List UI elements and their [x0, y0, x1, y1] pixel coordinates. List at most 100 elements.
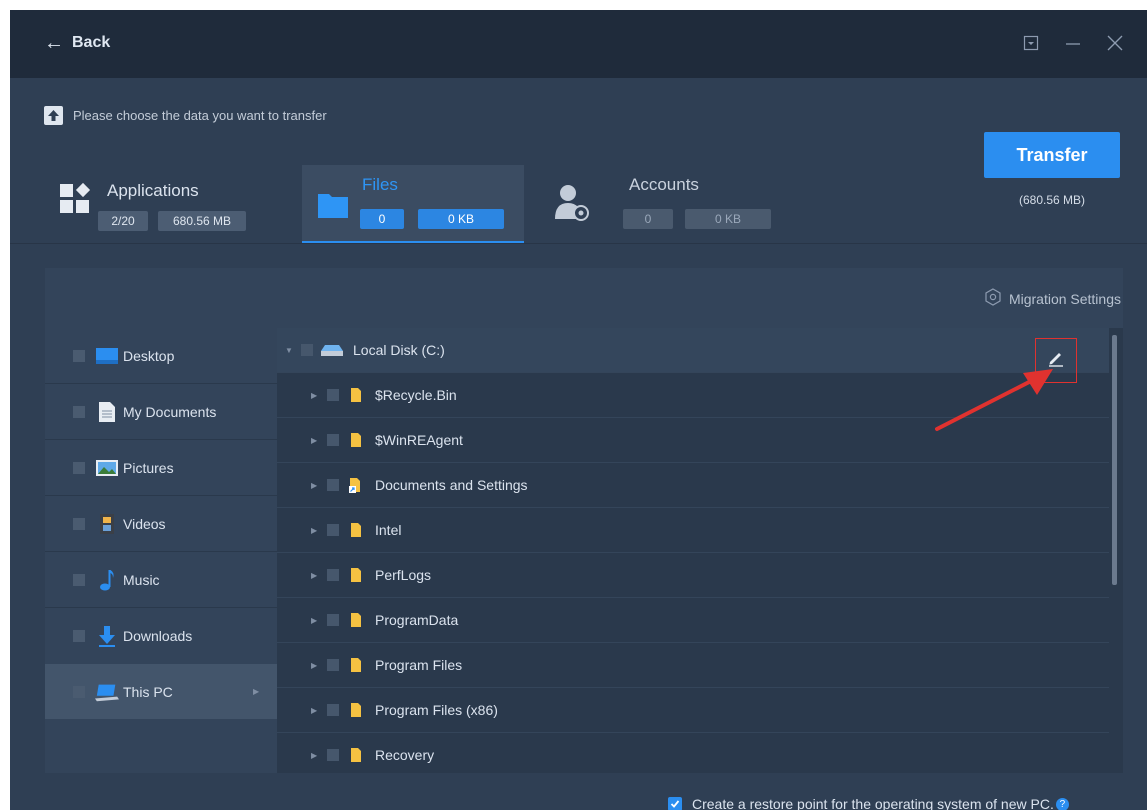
sidebar-item-label: My Documents	[123, 403, 217, 420]
checkbox[interactable]	[73, 685, 85, 698]
caret-right-icon[interactable]: ▶	[311, 661, 317, 670]
transfer-hint: Please choose the data you want to trans…	[44, 106, 327, 125]
caret-right-icon[interactable]: ▶	[311, 706, 317, 715]
folder-icon	[349, 657, 363, 673]
applications-count: 2/20	[98, 211, 148, 231]
data-panel: Migration Settings Desktop My Documents	[45, 268, 1123, 773]
tree-row[interactable]: ▶ Program Files (x86)	[277, 688, 1109, 732]
tab-files[interactable]: Files 0 0 KB	[302, 165, 524, 243]
tree-row[interactable]: ▶ Documents and Settings	[277, 463, 1109, 507]
folder-icon	[349, 612, 363, 628]
caret-down-icon[interactable]: ▼	[285, 346, 293, 355]
sidebar-item-desktop[interactable]: Desktop	[45, 328, 277, 383]
panel-toolbar: Migration Settings	[45, 268, 1123, 328]
checkbox[interactable]	[73, 629, 85, 642]
tree-row[interactable]: ▶ Recovery	[277, 733, 1109, 773]
checkbox[interactable]	[301, 344, 313, 356]
tree-row[interactable]: ▶ PerfLogs	[277, 553, 1109, 597]
downloads-icon	[95, 625, 119, 647]
tree-row[interactable]: ▶ ProgramData	[277, 598, 1109, 642]
tab-accounts[interactable]: Accounts 0 0 KB	[545, 165, 785, 243]
checkbox[interactable]	[327, 524, 339, 536]
tab-applications[interactable]: Applications 2/20 680.56 MB	[45, 165, 295, 243]
tab-accounts-label: Accounts	[629, 175, 699, 194]
upload-icon	[44, 106, 63, 125]
sidebar-item-downloads[interactable]: Downloads	[45, 608, 277, 663]
caret-right-icon[interactable]: ▶	[311, 616, 317, 625]
checkbox[interactable]	[73, 573, 85, 586]
tree-row-label: Program Files (x86)	[375, 702, 498, 718]
folder-icon	[349, 387, 363, 403]
tree-row-label: PerfLogs	[375, 567, 432, 583]
sidebar-item-label: Videos	[123, 515, 166, 532]
caret-right-icon[interactable]: ▶	[311, 436, 317, 445]
sidebar-item-label: Music	[123, 571, 160, 588]
checkbox[interactable]	[73, 517, 85, 530]
app-window: ← Back Please choose the data you want t…	[10, 10, 1147, 810]
checkbox[interactable]	[327, 614, 339, 626]
checkbox[interactable]	[327, 749, 339, 761]
tree-row[interactable]: ▶ Program Files	[277, 643, 1109, 687]
checkbox[interactable]	[73, 461, 85, 474]
restore-point-option[interactable]: Create a restore point for the operating…	[668, 796, 1069, 810]
checkbox[interactable]	[327, 569, 339, 581]
folder-icon	[349, 567, 363, 583]
checkbox[interactable]	[73, 405, 85, 418]
applications-icon	[59, 181, 93, 220]
hint-text: Please choose the data you want to trans…	[73, 108, 327, 123]
restore-label: Create a restore point for the operating…	[692, 796, 1054, 810]
tree-row-label: Intel	[375, 522, 402, 538]
close-icon[interactable]	[1104, 32, 1126, 54]
gear-icon	[984, 288, 1002, 309]
help-icon[interactable]: ?	[1055, 797, 1069, 810]
caret-right-icon[interactable]: ▶	[311, 571, 317, 580]
checkbox[interactable]	[73, 349, 85, 362]
caret-right-icon[interactable]: ▶	[311, 526, 317, 535]
sidebar-item-label: Downloads	[123, 627, 193, 644]
checkbox[interactable]	[327, 659, 339, 671]
back-button[interactable]: ← Back	[44, 33, 110, 53]
tab-applications-label: Applications	[107, 181, 199, 200]
checkbox[interactable]	[327, 389, 339, 401]
sidebar-item-my-documents[interactable]: My Documents	[45, 384, 277, 439]
pictures-icon	[95, 457, 119, 479]
dropdown-window-icon[interactable]	[1020, 32, 1042, 54]
this-pc-icon	[95, 681, 119, 703]
transfer-button[interactable]: Transfer	[984, 132, 1120, 178]
accounts-icon	[555, 183, 591, 228]
minimize-icon[interactable]	[1062, 32, 1084, 54]
sidebar-item-music[interactable]: Music	[45, 552, 277, 607]
sidebar-item-videos[interactable]: Videos	[45, 496, 277, 551]
tree-row[interactable]: ▶ Intel	[277, 508, 1109, 552]
sidebar-item-label: Pictures	[123, 459, 174, 476]
documents-icon	[95, 401, 119, 423]
sidebar-item-label: Desktop	[123, 347, 175, 364]
folder-icon	[349, 747, 363, 763]
tree-scrollbar[interactable]	[1112, 335, 1117, 585]
restore-checkbox[interactable]	[668, 797, 682, 810]
disk-icon	[321, 342, 343, 358]
caret-right-icon: ▶	[253, 687, 260, 696]
tree-row-label: $WinREAgent	[375, 432, 463, 448]
sidebar-item-label: This PC	[123, 683, 173, 700]
header-divider	[10, 243, 1147, 244]
caret-right-icon[interactable]: ▶	[311, 391, 317, 400]
folder-icon	[349, 432, 363, 448]
tree-row-label: Documents and Settings	[375, 477, 528, 493]
migration-settings-button[interactable]: Migration Settings	[984, 288, 1121, 309]
checkbox[interactable]	[327, 704, 339, 716]
music-icon	[95, 569, 119, 591]
sidebar-item-this-pc[interactable]: This PC ▶	[45, 664, 277, 719]
tree-row-label: Recovery	[375, 747, 435, 763]
folder-icon	[317, 191, 349, 224]
files-size: 0 KB	[418, 209, 504, 229]
caret-right-icon[interactable]: ▶	[311, 751, 317, 760]
folder-shortcut-icon	[349, 477, 363, 493]
files-count: 0	[360, 209, 404, 229]
checkbox[interactable]	[327, 434, 339, 446]
folder-icon	[349, 522, 363, 538]
sidebar-item-pictures[interactable]: Pictures	[45, 440, 277, 495]
caret-right-icon[interactable]: ▶	[311, 481, 317, 490]
title-bar: ← Back	[10, 10, 1147, 78]
checkbox[interactable]	[327, 479, 339, 491]
